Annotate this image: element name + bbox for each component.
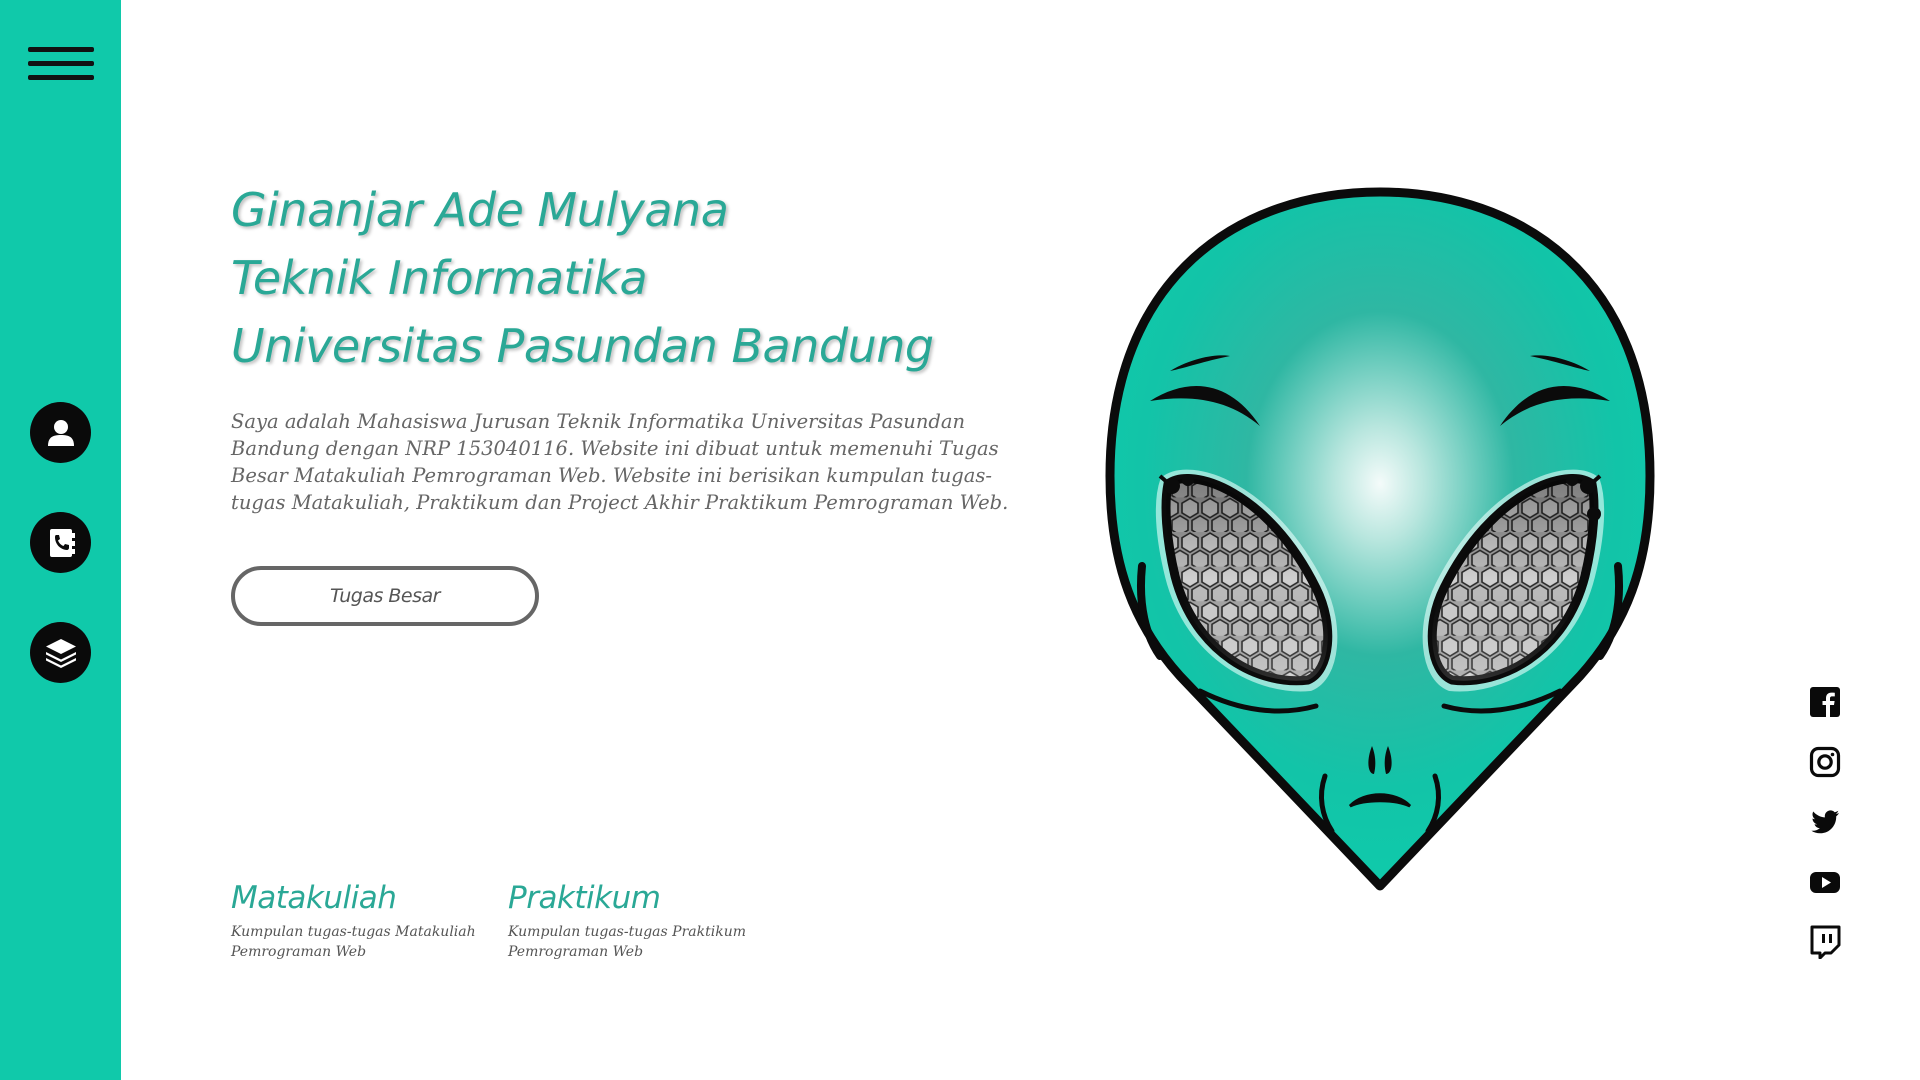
instagram-icon[interactable]: [1808, 745, 1842, 779]
twitch-icon[interactable]: [1808, 925, 1842, 959]
hero-title-major: Teknik Informatika: [231, 251, 648, 305]
section-description: Kumpulan tugas-tugas Praktikum Pemrogram…: [508, 924, 746, 960]
contact-book-phone-icon[interactable]: [30, 512, 91, 573]
section-matakuliah[interactable]: Matakuliah Kumpulan tugas-tugas Matakuli…: [231, 878, 476, 962]
sidebar: [0, 0, 121, 1080]
youtube-icon[interactable]: [1808, 865, 1842, 899]
facebook-icon[interactable]: [1808, 685, 1842, 719]
hero-title-name: Ginanjar Ade Mulyana: [231, 183, 729, 237]
twitter-icon[interactable]: [1808, 805, 1842, 839]
hero-title-university: Universitas Pasundan Bandung: [231, 319, 934, 373]
hamburger-menu-icon[interactable]: [28, 44, 94, 84]
user-icon[interactable]: [30, 402, 91, 463]
tugas-besar-button[interactable]: Tugas Besar: [231, 566, 539, 626]
section-title[interactable]: Praktikum: [508, 878, 746, 918]
section-praktikum[interactable]: Praktikum Kumpulan tugas-tugas Praktikum…: [508, 878, 746, 962]
hero-intro: Saya adalah Mahasiswa Jurusan Teknik Inf…: [231, 410, 1009, 514]
alien-head-illustration: [1080, 186, 1680, 896]
section-description: Kumpulan tugas-tugas Matakuliah Pemrogra…: [231, 924, 476, 960]
hero-title: Ginanjar Ade Mulyana Teknik Informatika …: [231, 176, 934, 380]
layers-icon[interactable]: [30, 622, 91, 683]
section-title[interactable]: Matakuliah: [231, 878, 476, 918]
